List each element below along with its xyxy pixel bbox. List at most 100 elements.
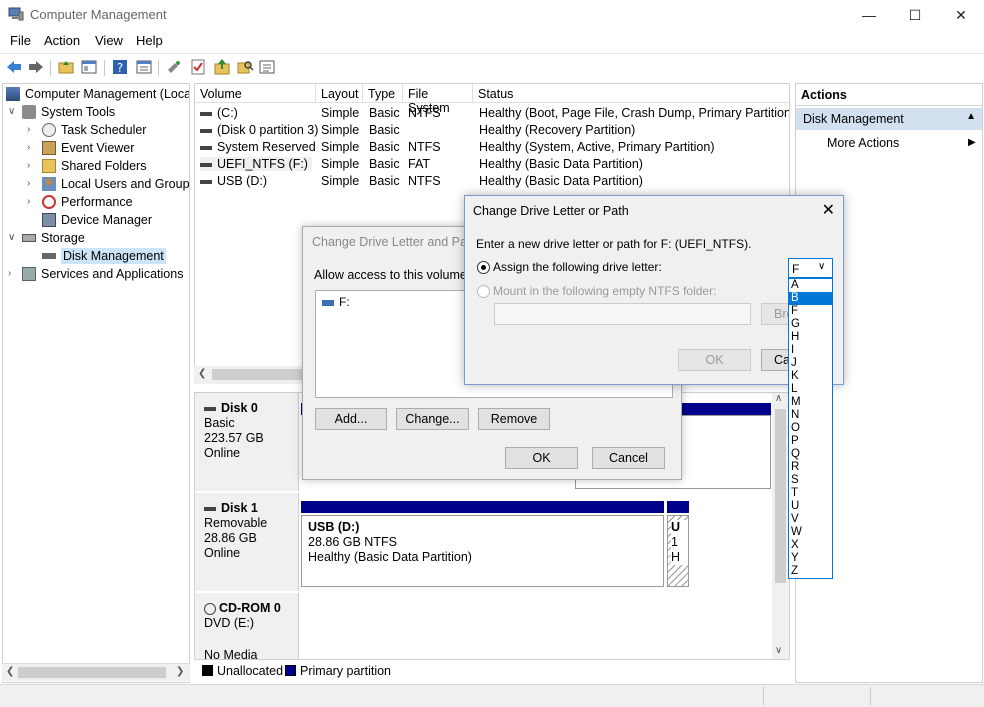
scroll-thumb[interactable]	[18, 667, 166, 678]
chevron-down-icon[interactable]: ∨	[8, 232, 18, 243]
add-button[interactable]: Add...	[315, 408, 387, 430]
connect-icon[interactable]	[165, 58, 183, 76]
chevron-right-icon[interactable]: ›	[8, 268, 18, 279]
scroll-thumb[interactable]	[212, 369, 302, 380]
tree-item-services-applications[interactable]: Services and Applications	[22, 265, 183, 283]
dropdown-option-z[interactable]: Z	[789, 565, 832, 578]
drive-letter-dropdown-list[interactable]: ABFGHIJKLMNOPQRSTUVWXYZ	[788, 278, 833, 579]
scroll-left-icon[interactable]: ❮	[6, 666, 14, 677]
show-hide-tree-icon[interactable]	[80, 58, 98, 76]
chevron-down-icon[interactable]: ∨	[8, 106, 18, 117]
dropdown-option-n[interactable]: N	[789, 409, 832, 422]
cancel-button[interactable]: Cancel	[592, 447, 665, 469]
dropdown-option-m[interactable]: M	[789, 396, 832, 409]
list-view-icon[interactable]	[258, 58, 276, 76]
tree-item-storage[interactable]: Storage	[22, 229, 85, 247]
dropdown-option-q[interactable]: Q	[789, 448, 832, 461]
disk-1-info[interactable]: Disk 1 Removable 28.86 GB Online	[195, 493, 299, 591]
mount-folder-path-input[interactable]	[494, 303, 751, 325]
list-item[interactable]: F:	[322, 295, 350, 309]
remove-button[interactable]: Remove	[478, 408, 550, 430]
chevron-down-icon[interactable]: ∨	[818, 261, 825, 272]
properties-icon[interactable]	[135, 58, 153, 76]
dropdown-option-i[interactable]: I	[789, 344, 832, 357]
tree-item-device-manager[interactable]: Device Manager	[42, 211, 152, 229]
dropdown-option-j[interactable]: J	[789, 357, 832, 370]
close-icon[interactable]: ✕	[822, 200, 835, 220]
dropdown-option-w[interactable]: W	[789, 526, 832, 539]
disk-1-partition-usb[interactable]: USB (D:) 28.86 GB NTFS Healthy (Basic Da…	[301, 515, 664, 587]
mount-folder-label[interactable]: Mount in the following empty NTFS folder…	[493, 284, 716, 298]
change-button[interactable]: Change...	[396, 408, 469, 430]
drive-letter-combobox[interactable]: F ∨	[788, 258, 833, 278]
dropdown-option-r[interactable]: R	[789, 461, 832, 474]
collapse-icon[interactable]: ▲	[966, 111, 976, 122]
forward-arrow-icon[interactable]	[27, 58, 45, 76]
scroll-right-icon[interactable]: ❯	[176, 666, 184, 677]
dropdown-option-f[interactable]: F	[789, 305, 832, 318]
more-actions-item[interactable]: More Actions	[827, 136, 899, 150]
column-header-layout[interactable]: Layout	[316, 84, 363, 103]
scroll-down-icon[interactable]: ∨	[775, 645, 782, 656]
dropdown-option-h[interactable]: H	[789, 331, 832, 344]
dropdown-option-a[interactable]: A	[789, 279, 832, 292]
tree-item-task-scheduler[interactable]: Task Scheduler	[42, 121, 146, 139]
checklist-icon[interactable]	[189, 58, 207, 76]
column-header-file-system[interactable]: File System	[403, 84, 473, 115]
minimize-button[interactable]: —	[846, 0, 892, 30]
menu-help[interactable]: Help	[136, 33, 163, 48]
column-header-type[interactable]: Type	[363, 84, 403, 103]
close-window-button[interactable]: ✕	[938, 0, 984, 30]
scroll-up-icon[interactable]: ∧	[775, 393, 782, 404]
dropdown-option-u[interactable]: U	[789, 500, 832, 513]
dropdown-option-t[interactable]: T	[789, 487, 832, 500]
tree-horizontal-scrollbar[interactable]: ❮ ❯	[2, 663, 190, 681]
dropdown-option-y[interactable]: Y	[789, 552, 832, 565]
tree-root-computer-management[interactable]: Computer Management (Local	[6, 85, 189, 103]
chevron-right-icon[interactable]: ›	[27, 196, 37, 207]
submenu-arrow-icon[interactable]: ▶	[968, 137, 976, 148]
menu-file[interactable]: File	[10, 33, 31, 48]
chevron-right-icon[interactable]: ›	[27, 178, 37, 189]
column-header-status[interactable]: Status	[473, 84, 789, 103]
assign-letter-radio[interactable]	[477, 261, 490, 274]
tree-item-local-users-groups[interactable]: Local Users and Groups	[42, 175, 189, 193]
actions-section-disk-management[interactable]: Disk Management ▲	[796, 108, 982, 130]
dropdown-option-p[interactable]: P	[789, 435, 832, 448]
scroll-thumb[interactable]	[775, 409, 786, 583]
mount-folder-radio[interactable]	[477, 285, 490, 298]
column-header-volume[interactable]: Volume	[195, 84, 316, 103]
dropdown-option-g[interactable]: G	[789, 318, 832, 331]
tree-item-disk-management[interactable]: Disk Management	[42, 247, 166, 265]
menu-view[interactable]: View	[95, 33, 123, 48]
export-icon[interactable]	[213, 58, 231, 76]
assign-letter-label[interactable]: Assign the following drive letter:	[493, 260, 662, 274]
search-folder-icon[interactable]	[236, 58, 254, 76]
dropdown-option-k[interactable]: K	[789, 370, 832, 383]
ok-button[interactable]: OK	[505, 447, 578, 469]
ok-button[interactable]: OK	[678, 349, 751, 371]
disk-1-partition-small[interactable]: U 1 H	[667, 515, 689, 587]
help-icon[interactable]: ?	[111, 58, 129, 76]
menu-action[interactable]: Action	[44, 33, 80, 48]
tree-item-performance[interactable]: Performance	[42, 193, 133, 211]
chevron-right-icon[interactable]: ›	[27, 124, 37, 135]
dropdown-option-b[interactable]: B	[789, 292, 832, 305]
tree-item-event-viewer[interactable]: Event Viewer	[42, 139, 134, 157]
maximize-button[interactable]: ☐	[892, 0, 938, 30]
scroll-left-icon[interactable]: ❮	[198, 368, 206, 379]
disk-area-vertical-scrollbar[interactable]: ∧ ∨	[772, 393, 789, 659]
dropdown-option-l[interactable]: L	[789, 383, 832, 396]
dropdown-option-x[interactable]: X	[789, 539, 832, 552]
tree-item-shared-folders[interactable]: Shared Folders	[42, 157, 146, 175]
up-folder-icon[interactable]	[57, 58, 75, 76]
cdrom-0-info[interactable]: CD-ROM 0 DVD (E:) No Media	[195, 593, 299, 659]
chevron-right-icon[interactable]: ›	[27, 160, 37, 171]
dropdown-option-s[interactable]: S	[789, 474, 832, 487]
tree-item-system-tools[interactable]: System Tools	[22, 103, 115, 121]
dropdown-option-o[interactable]: O	[789, 422, 832, 435]
back-arrow-icon[interactable]	[5, 58, 23, 76]
disk-0-info[interactable]: Disk 0 Basic 223.57 GB Online	[195, 393, 299, 491]
dropdown-option-v[interactable]: V	[789, 513, 832, 526]
chevron-right-icon[interactable]: ›	[27, 142, 37, 153]
